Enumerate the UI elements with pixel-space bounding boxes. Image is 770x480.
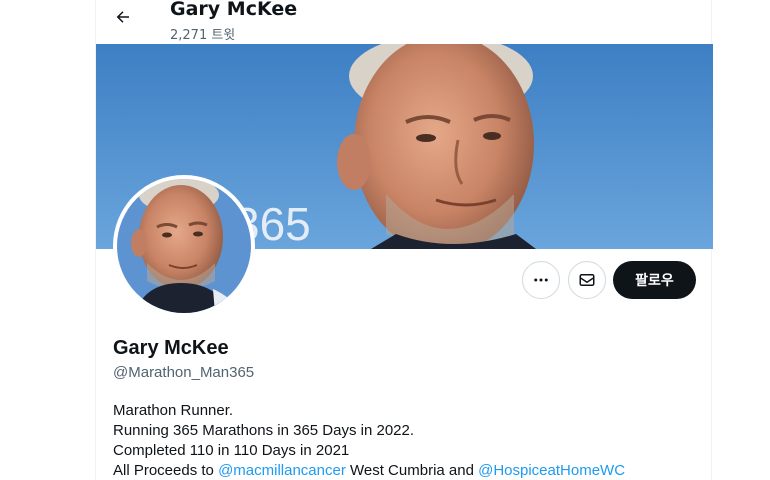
arrow-left-icon: [116, 11, 129, 23]
profile-header: Gary McKee 2,271 트윗: [96, 0, 711, 44]
avatar-photo: [117, 179, 251, 313]
back-button[interactable]: [110, 4, 136, 30]
tweet-count: 2,271 트윗: [170, 28, 236, 43]
profile-handle: @Marathon_Man365: [113, 364, 255, 381]
avatar[interactable]: [113, 175, 255, 317]
header-title: Gary McKee: [170, 0, 298, 20]
envelope-icon: [579, 274, 595, 286]
bio-text: West Cumbria and: [345, 462, 479, 479]
bio-line: Marathon Runner.: [113, 402, 234, 419]
mention-link-hospiceathomewc[interactable]: @HospiceatHomeWC: [478, 462, 625, 479]
profile-bio: Marathon Runner. Running 365 Marathons i…: [113, 401, 693, 480]
more-horizontal-icon: [534, 278, 548, 282]
profile-name: Gary McKee: [113, 337, 229, 359]
profile-column: Gary McKee 2,271 트윗 365 팔로우 Gary McKee @…: [95, 0, 713, 480]
message-button[interactable]: [568, 261, 606, 299]
bio-line: All Proceeds to @macmillancancer West Cu…: [113, 461, 693, 480]
more-button[interactable]: [522, 261, 560, 299]
bio-text: All Proceeds to: [113, 462, 219, 479]
bio-line: Running 365 Marathons in 365 Days in 202…: [113, 422, 415, 439]
mention-link-macmillancancer[interactable]: @macmillancancer: [218, 462, 346, 479]
bio-line: Completed 110 in 110 Days in 2021: [113, 442, 350, 459]
follow-button[interactable]: 팔로우: [613, 261, 696, 299]
